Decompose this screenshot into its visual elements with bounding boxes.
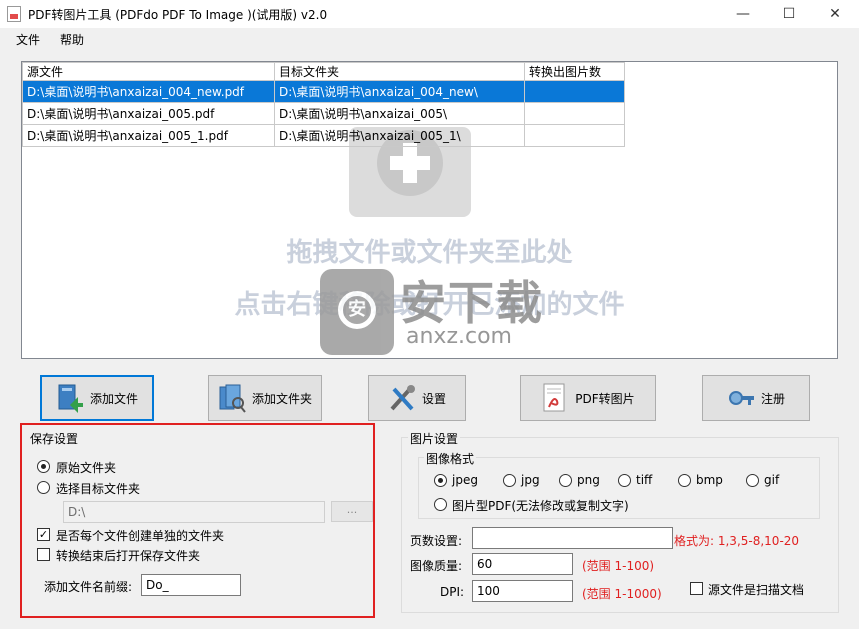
add-folder-icon	[218, 383, 246, 413]
watermark-domain: anxz.com	[406, 324, 512, 349]
dpi-input[interactable]: 100	[472, 580, 573, 602]
format-label-tiff: tiff	[636, 473, 653, 487]
pdf-image-label: 图片型PDF(无法修改或复制文字)	[452, 499, 629, 513]
quality-hint: (范围 1-100)	[582, 559, 655, 573]
pages-label: 页数设置:	[410, 534, 463, 548]
table-row[interactable]: D:\桌面\说明书\anxaizai_005.pdf D:\桌面\说明书\anx…	[22, 102, 625, 125]
prefix-input[interactable]: Do_	[141, 574, 241, 596]
file-drop-area[interactable]: 拖拽文件或文件夹至此处 点击右键移除或打开已添加的文件 安 安下载 anxz.c…	[21, 61, 838, 359]
drop-hint-line1: 拖拽文件或文件夹至此处	[286, 238, 573, 268]
column-header-count[interactable]: 转换出图片数	[524, 62, 625, 81]
cell-source: D:\桌面\说明书\anxaizai_005_1.pdf	[22, 124, 275, 147]
convert-label: PDF转图片	[575, 391, 635, 406]
quality-input[interactable]: 60	[472, 553, 573, 575]
maximize-button[interactable]: ☐	[766, 0, 812, 28]
pages-hint: 格式为: 1,3,5-8,10-20	[674, 534, 800, 548]
radio-pdf-image[interactable]	[434, 498, 447, 511]
watermark-shield-icon: 安	[320, 269, 394, 355]
window-title: PDF转图片工具 (PDFdo PDF To Image )(试用版) v2.0	[28, 8, 328, 22]
image-format-title: 图像格式	[424, 450, 477, 467]
radio-format-gif[interactable]	[746, 474, 759, 487]
radio-target-folder[interactable]	[37, 481, 50, 494]
menu-file[interactable]: 文件	[16, 31, 40, 48]
settings-button[interactable]: 设置	[368, 375, 466, 421]
menu-bar: 文件 帮助	[0, 28, 859, 50]
cell-count	[524, 102, 625, 125]
dpi-hint: (范围 1-1000)	[582, 587, 662, 601]
format-label-gif: gif	[764, 473, 780, 487]
browse-button[interactable]: ...	[331, 501, 373, 522]
key-icon	[727, 383, 755, 413]
quality-label: 图像质量:	[410, 559, 463, 573]
dpi-label: DPI:	[440, 585, 465, 599]
register-button[interactable]: 注册	[702, 375, 810, 421]
cell-source: D:\桌面\说明书\anxaizai_005.pdf	[22, 102, 275, 125]
cell-target: D:\桌面\说明书\anxaizai_005_1\	[274, 124, 525, 147]
cell-count	[524, 80, 625, 103]
image-settings-title: 图片设置	[408, 430, 461, 447]
checkbox-separate-folder[interactable]: ✓	[37, 528, 50, 541]
cell-target: D:\桌面\说明书\anxaizai_005\	[274, 102, 525, 125]
pdf-icon	[541, 383, 569, 413]
scanned-document-label: 源文件是扫描文档	[708, 583, 805, 597]
register-label: 注册	[760, 391, 785, 406]
app-icon	[7, 6, 21, 22]
settings-label: 设置	[421, 391, 446, 406]
column-header-target[interactable]: 目标文件夹	[274, 62, 525, 81]
cell-target: D:\桌面\说明书\anxaizai_004_new\	[274, 80, 525, 103]
column-header-source[interactable]: 源文件	[22, 62, 275, 81]
checkbox-open-folder[interactable]	[37, 548, 50, 561]
format-label-jpg: jpg	[521, 473, 540, 487]
file-table: 源文件 目标文件夹 转换出图片数 D:\桌面\说明书\anxaizai_004_…	[22, 62, 625, 147]
add-folder-button[interactable]: 添加文件夹	[208, 375, 322, 421]
table-row[interactable]: D:\桌面\说明书\anxaizai_005_1.pdf D:\桌面\说明书\a…	[22, 124, 625, 147]
cell-source: D:\桌面\说明书\anxaizai_004_new.pdf	[22, 80, 275, 103]
add-file-icon	[56, 383, 84, 413]
target-path-field[interactable]: D:\	[63, 501, 325, 523]
add-file-button[interactable]: 添加文件	[40, 375, 154, 421]
radio-original-folder[interactable]	[37, 460, 50, 473]
radio-format-bmp[interactable]	[678, 474, 691, 487]
pages-input[interactable]	[472, 527, 673, 549]
radio-target-label: 选择目标文件夹	[56, 482, 141, 496]
close-button[interactable]: ✕	[812, 0, 858, 28]
minimize-button[interactable]: —	[720, 0, 766, 28]
format-label-bmp: bmp	[696, 473, 723, 487]
convert-button[interactable]: PDF转图片	[520, 375, 656, 421]
format-label-png: png	[577, 473, 600, 487]
radio-format-tiff[interactable]	[618, 474, 631, 487]
save-settings-title: 保存设置	[30, 432, 79, 446]
prefix-label: 添加文件名前缀:	[44, 580, 133, 594]
watermark-badge: 安	[338, 291, 376, 329]
cell-count	[524, 124, 625, 147]
radio-format-jpeg[interactable]	[434, 474, 447, 487]
checkbox-open-label: 转换结束后打开保存文件夹	[56, 549, 201, 563]
add-file-label: 添加文件	[89, 391, 138, 406]
radio-format-jpg[interactable]	[503, 474, 516, 487]
table-row[interactable]: D:\桌面\说明书\anxaizai_004_new.pdf D:\桌面\说明书…	[22, 80, 625, 103]
checkbox-scanned-document[interactable]	[690, 582, 703, 595]
radio-format-png[interactable]	[559, 474, 572, 487]
tools-icon	[388, 383, 416, 413]
checkbox-separate-label: 是否每个文件创建单独的文件夹	[56, 529, 225, 543]
format-label-jpeg: jpeg	[452, 473, 478, 487]
radio-original-label: 原始文件夹	[56, 461, 117, 475]
title-bar: PDF转图片工具 (PDFdo PDF To Image )(试用版) v2.0…	[0, 0, 859, 28]
menu-help[interactable]: 帮助	[60, 31, 84, 48]
add-folder-label: 添加文件夹	[251, 391, 312, 406]
